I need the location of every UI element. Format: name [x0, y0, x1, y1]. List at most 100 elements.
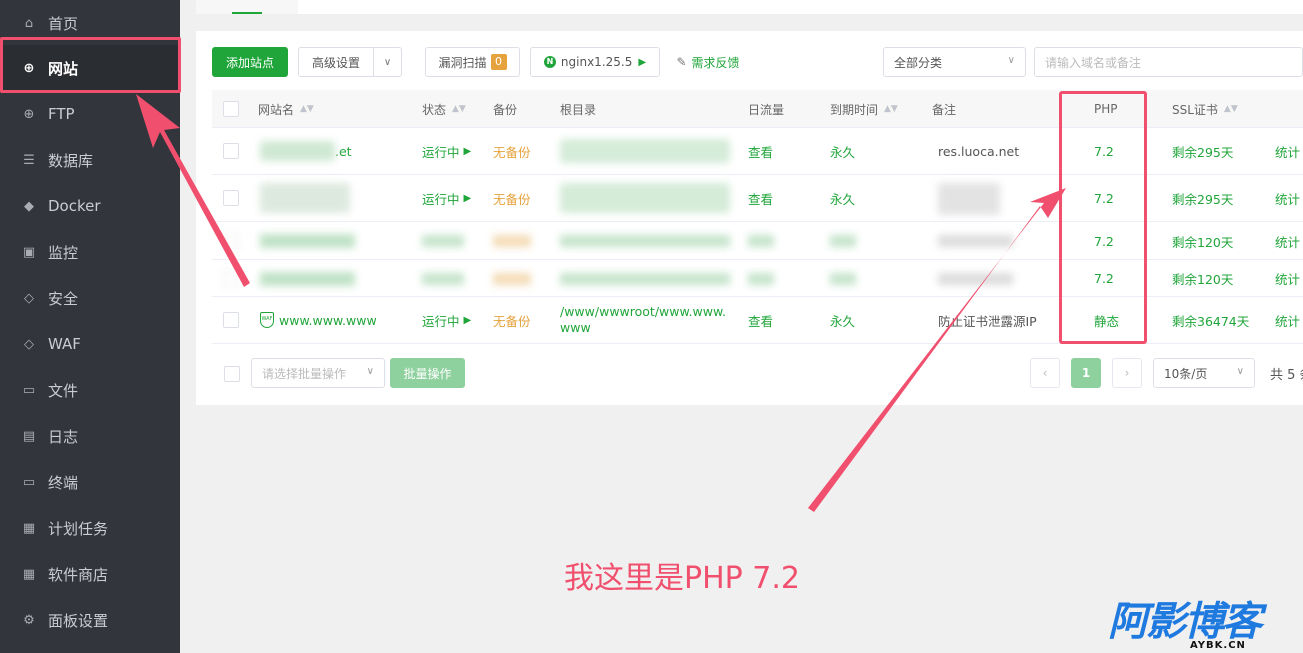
backup-cell[interactable]: 无备份: [493, 310, 531, 330]
col-status[interactable]: 状态 ▲▼: [422, 90, 466, 128]
sidebar-item-database[interactable]: ☰ 数据库: [0, 137, 180, 183]
vuln-scan-button[interactable]: 漏洞扫描 0: [425, 47, 520, 77]
traffic-cell[interactable]: 查看: [748, 188, 773, 208]
feedback-link[interactable]: ✎ 需求反馈: [668, 47, 748, 77]
row-checkbox[interactable]: [223, 143, 239, 159]
expire-cell[interactable]: 永久: [830, 141, 855, 161]
expire-cell[interactable]: 永久: [830, 310, 855, 330]
status-cell[interactable]: [422, 271, 464, 287]
traffic-cell[interactable]: [748, 271, 774, 287]
backup-cell[interactable]: [493, 233, 531, 249]
site-name-cell[interactable]: [260, 232, 355, 250]
stats-link[interactable]: 统计: [1275, 310, 1300, 330]
redacted-note: [938, 273, 1013, 285]
col-expire-label: 到期时间: [830, 102, 879, 117]
ssl-cell[interactable]: 剩余120天: [1172, 231, 1233, 251]
sidebar-item-waf[interactable]: ◇ WAF: [0, 321, 180, 367]
col-ssl[interactable]: SSL证书 ▲▼: [1172, 90, 1238, 128]
expire-cell[interactable]: 永久: [830, 188, 855, 208]
add-site-button[interactable]: 添加站点: [212, 47, 288, 77]
nginx-button[interactable]: Nnginx1.25.5 ▶: [530, 47, 660, 77]
root-cell[interactable]: [560, 233, 730, 249]
backup-cell[interactable]: 无备份: [493, 188, 531, 208]
sidebar-item-settings[interactable]: ⚙ 面板设置: [0, 597, 180, 643]
sidebar-item-label: 终端: [48, 473, 79, 492]
feedback-label: 需求反馈: [691, 55, 740, 70]
ssl-cell[interactable]: 剩余295天: [1172, 141, 1233, 161]
chevron-down-icon: ∨: [1007, 55, 1015, 66]
sidebar-item-docker[interactable]: ◆ Docker: [0, 183, 180, 229]
advanced-dropdown-button[interactable]: ∨: [373, 47, 402, 77]
sidebar-item-monitor[interactable]: ▣ 监控: [0, 229, 180, 275]
root-cell[interactable]: [560, 136, 730, 166]
traffic-cell[interactable]: 查看: [748, 141, 773, 161]
ssl-cell[interactable]: 剩余36474天: [1172, 310, 1249, 330]
batch-action-button[interactable]: 批量操作: [390, 358, 465, 388]
redacted-note: [938, 183, 1000, 215]
row-checkbox[interactable]: [223, 190, 239, 206]
col-note: 备注: [932, 102, 957, 117]
sidebar-item-terminal[interactable]: ▭ 终端: [0, 459, 180, 505]
row-checkbox[interactable]: [223, 233, 239, 249]
next-page-button[interactable]: ›: [1112, 358, 1142, 388]
stats-link[interactable]: 统计: [1275, 141, 1300, 161]
note-cell[interactable]: [938, 233, 1013, 249]
waf-shield-icon: ◇: [24, 336, 34, 352]
status-cell[interactable]: [422, 233, 464, 249]
total-count: 共 5 条: [1270, 367, 1303, 383]
site-name-cell[interactable]: [260, 270, 355, 287]
ssl-cell[interactable]: 剩余120天: [1172, 268, 1233, 288]
sidebar-item-cron[interactable]: ▦ 计划任务: [0, 505, 180, 551]
ftp-globe-icon: ⊕: [23, 106, 35, 122]
col-expire[interactable]: 到期时间 ▲▼: [830, 90, 898, 128]
status-cell[interactable]: 运行中 ▶: [422, 188, 471, 208]
root-cell[interactable]: [560, 271, 730, 287]
annotation-text: 我这里是PHP 7.2: [564, 561, 800, 596]
note-cell[interactable]: 防止证书泄露源IP: [938, 310, 1037, 330]
col-name[interactable]: 网站名 ▲▼: [258, 90, 314, 128]
site-name-cell[interactable]: [260, 181, 350, 215]
stats-link[interactable]: 统计: [1275, 268, 1300, 288]
page-number-current[interactable]: 1: [1071, 358, 1101, 388]
active-tab-indicator: [232, 12, 262, 14]
category-select[interactable]: 全部分类 ∨: [883, 47, 1026, 77]
sidebar-item-security[interactable]: ◇ 安全: [0, 275, 180, 321]
prev-page-button[interactable]: ‹: [1030, 358, 1060, 388]
status-cell[interactable]: 运行中 ▶: [422, 310, 471, 330]
stats-link[interactable]: 统计: [1275, 231, 1300, 251]
traffic-cell[interactable]: [748, 233, 774, 249]
expire-cell[interactable]: [830, 233, 856, 249]
note-cell[interactable]: [938, 183, 1000, 215]
select-all-checkbox[interactable]: [223, 101, 239, 117]
row-checkbox[interactable]: [223, 312, 239, 328]
redacted-root-path: [560, 183, 730, 213]
note-cell[interactable]: [938, 271, 1013, 287]
backup-cell[interactable]: 无备份: [493, 141, 531, 161]
edit-icon: ✎: [676, 55, 687, 69]
row-checkbox[interactable]: [223, 270, 239, 286]
batch-select[interactable]: 请选择批量操作 ∨: [251, 358, 385, 388]
note-cell[interactable]: res.luoca.net: [938, 141, 1019, 161]
stats-link[interactable]: 统计: [1275, 188, 1300, 208]
sidebar-item-store[interactable]: ▦ 软件商店: [0, 551, 180, 597]
search-input[interactable]: 请输入域名或备注: [1034, 47, 1303, 77]
advanced-settings-button[interactable]: 高级设置: [298, 47, 374, 77]
sidebar-item-files[interactable]: ▭ 文件: [0, 367, 180, 413]
redacted-traffic: [748, 273, 774, 285]
sidebar-item-ftp[interactable]: ⊕ FTP: [0, 91, 180, 137]
redacted-expire: [830, 235, 856, 247]
traffic-cell[interactable]: 查看: [748, 310, 773, 330]
ssl-cell[interactable]: 剩余295天: [1172, 188, 1233, 208]
site-name-cell[interactable]: WAF www.www.www: [260, 310, 377, 330]
sidebar-item-logs[interactable]: ▤ 日志: [0, 413, 180, 459]
root-cell[interactable]: [560, 181, 730, 215]
root-cell[interactable]: /www/wwwroot/www.www.www: [560, 303, 735, 337]
backup-cell[interactable]: [493, 271, 531, 287]
page-size-select[interactable]: 10条/页 ∨: [1153, 358, 1255, 388]
site-name-cell[interactable]: .et: [260, 140, 352, 162]
expire-cell[interactable]: [830, 271, 856, 287]
chevron-left-icon: ‹: [1042, 366, 1048, 380]
sidebar-highlight-box: [0, 37, 181, 93]
status-cell[interactable]: 运行中 ▶: [422, 141, 471, 161]
footer-select-all-checkbox[interactable]: [224, 366, 240, 382]
